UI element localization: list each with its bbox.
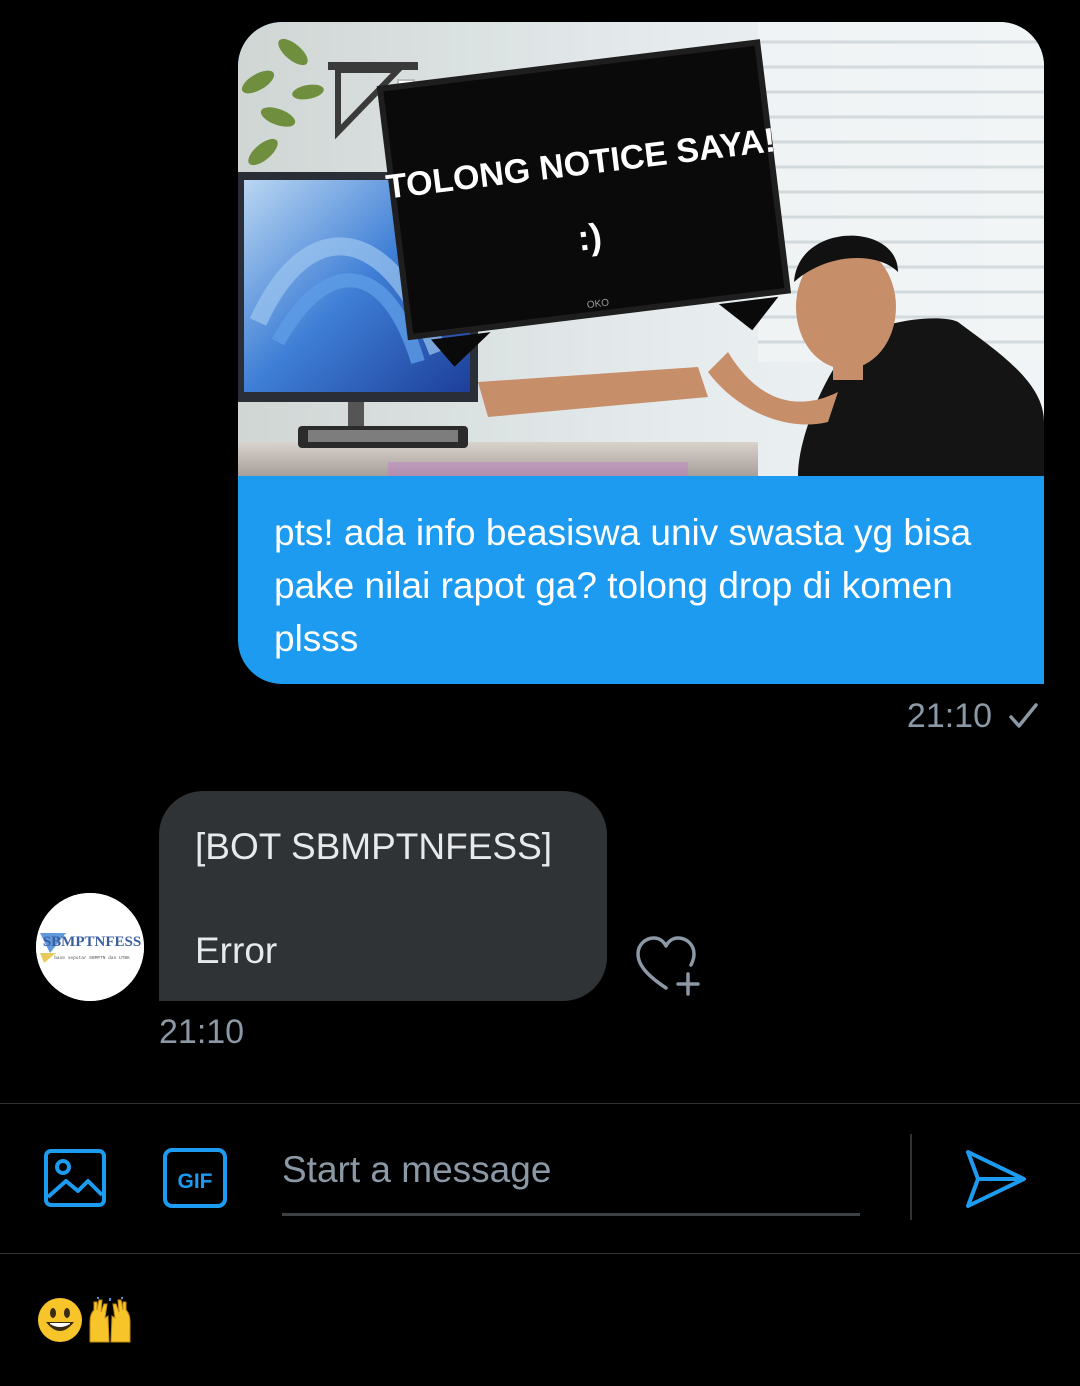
received-message-time: 21:10	[159, 1013, 245, 1051]
heart-plus-icon[interactable]	[634, 934, 706, 996]
sent-message-image[interactable]: TOLONG NOTICE SAYA! :) OKO	[238, 22, 1044, 476]
message-input[interactable]	[282, 1140, 860, 1216]
received-message-bubble[interactable]: [BOT SBMPTNFESS] Error	[159, 791, 607, 1001]
composer-divider	[910, 1134, 912, 1220]
emoji-suggestions	[36, 1295, 134, 1345]
sent-message-meta: 21:10	[907, 694, 1040, 738]
send-icon[interactable]	[962, 1146, 1028, 1212]
image-icon[interactable]	[42, 1147, 108, 1209]
sent-message-time: 21:10	[906, 696, 992, 735]
raised-hands-emoji[interactable]	[86, 1296, 134, 1344]
dm-conversation: TOLONG NOTICE SAYA! :) OKO pts! ada info…	[0, 0, 1080, 1386]
tv-caption-line2: :)	[575, 215, 604, 259]
avatar-subtext: base seputar SBMPTN dan UTBK	[54, 955, 130, 961]
check-icon	[1009, 703, 1038, 728]
gif-button[interactable]: GIF	[162, 1147, 228, 1209]
sent-message-bubble[interactable]: TOLONG NOTICE SAYA! :) OKO pts! ada info…	[238, 22, 1044, 684]
gif-label: GIF	[178, 1170, 213, 1193]
sent-message-text: pts! ada info beasiswa univ swasta yg bi…	[274, 512, 972, 659]
smiley-emoji[interactable]	[36, 1296, 84, 1344]
message-composer: GIF	[0, 1103, 1080, 1254]
avatar[interactable]: SBMPTNFESS base seputar SBMPTN dan UTBK	[36, 893, 144, 1001]
avatar-text: SBMPTNFESS	[43, 934, 141, 950]
